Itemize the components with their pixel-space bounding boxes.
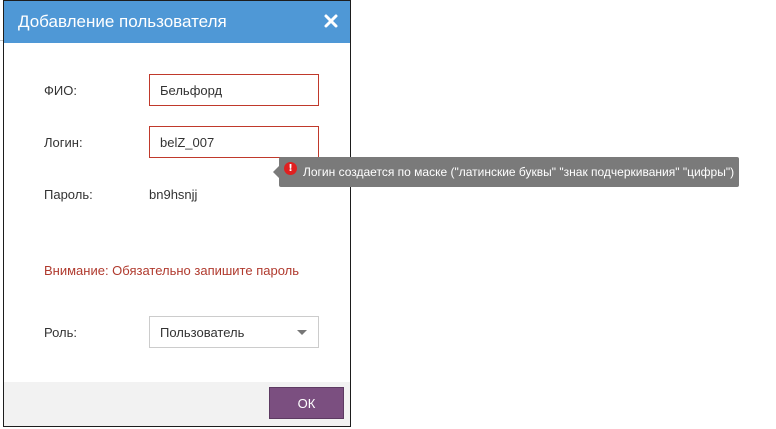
role-select[interactable]: Пользователь [149,316,319,348]
dialog-title: Добавление пользователя [18,12,227,31]
role-label: Роль: [44,325,78,340]
password-warning: Внимание: Обязательно запишите пароль [44,263,300,278]
role-select-value: Пользователь [160,325,245,340]
fio-field[interactable] [149,74,319,106]
error-icon: ! [284,162,297,175]
tooltip-pointer [273,166,279,178]
login-field[interactable] [149,126,319,158]
login-validation-tooltip: ! Логин создается по маске ("латинские б… [273,157,740,187]
password-label: Пароль: [44,187,93,202]
fio-label: ФИО: [44,83,77,98]
chevron-down-icon [297,330,307,335]
ok-button[interactable]: ОК [269,387,344,419]
dialog-footer: ОК [4,382,350,426]
dialog-header: Добавление пользователя [4,1,350,43]
tooltip-text: Логин создается по маске ("латинские бук… [303,165,735,179]
login-label: Логин: [44,135,83,150]
password-value: bn9hsnjj [149,187,198,202]
close-icon[interactable] [322,12,340,30]
add-user-dialog: Добавление пользователя ФИО: Логин: Паро… [3,0,351,427]
